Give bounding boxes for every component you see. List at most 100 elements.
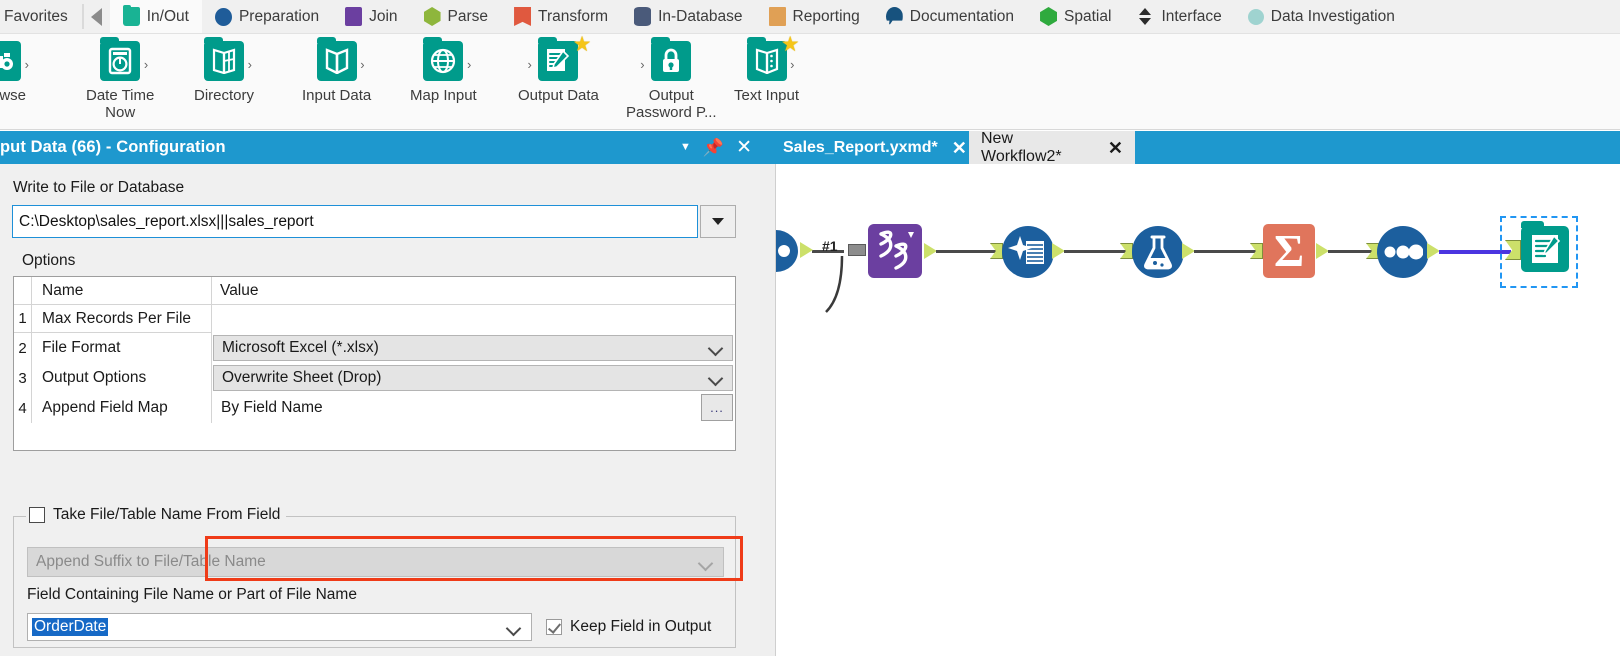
file-path-input[interactable] (12, 205, 698, 238)
favorite-star-icon[interactable]: ★ (573, 34, 592, 55)
ribbon-tab-spatial[interactable]: Spatial (1027, 0, 1125, 33)
dropdown-arrow-icon (712, 218, 724, 225)
ribbon-tab-label: Preparation (238, 7, 320, 25)
ribbon-tab-interface[interactable]: Interface (1124, 0, 1235, 33)
ribbon-tab-in-database[interactable]: In-Database (621, 0, 756, 33)
row-value-cell: Overwrite Sheet (Drop) (212, 363, 735, 393)
close-icon[interactable]: ✕ (952, 139, 967, 157)
connection-curve (825, 256, 844, 313)
globe-icon (423, 41, 463, 81)
table-row[interactable]: 4 Append Field Map By Field Name ... (14, 393, 735, 423)
tool-input-data[interactable]: › Input Data (302, 37, 371, 104)
tool-directory[interactable]: › Directory (194, 37, 254, 104)
union-node[interactable] (1377, 226, 1429, 278)
chevron-right-icon[interactable]: › (527, 58, 531, 71)
database-icon (634, 7, 652, 26)
connection-line (1064, 250, 1126, 253)
output-data-node[interactable] (1521, 221, 1569, 272)
row-value-cell: Microsoft Excel (*.xlsx) (212, 333, 735, 363)
header-name: Name (32, 277, 212, 305)
append-field-map-ellipsis-button[interactable]: ... (701, 394, 733, 421)
write-to-label: Write to File or Database (13, 179, 185, 196)
chevron-right-icon[interactable]: › (144, 58, 148, 71)
document-icon (768, 7, 786, 26)
ribbon-tab-data-investigation[interactable]: Data Investigation (1234, 0, 1408, 33)
ribbon-tab-preparation[interactable]: Preparation (201, 0, 333, 33)
alteryx-designer-window: Favorites In/Out Preparation Join Parse Tran… (0, 0, 1620, 656)
tool-output-password-p[interactable]: › Output Password P... (626, 37, 717, 122)
tool-output-data[interactable]: › ★ Output Data (518, 34, 599, 104)
options-label: Options (22, 252, 76, 269)
take-file-name-group: Take File/Table Name From Field Append S… (13, 506, 737, 648)
close-icon[interactable]: ✕ (736, 138, 752, 157)
chevron-right-icon[interactable]: › (790, 58, 794, 71)
ribbon-tab-join[interactable]: Join (332, 0, 411, 33)
append-suffix-select[interactable]: Append Suffix to File/Table Name (27, 547, 724, 577)
data-cleanse-node[interactable] (1002, 226, 1054, 278)
path-dropdown-button[interactable] (700, 205, 736, 238)
ribbon-tab-documentation[interactable]: Documentation (872, 0, 1028, 33)
tool-date-time-now[interactable]: › Date Time Now (86, 37, 154, 122)
tool-text-input[interactable]: › ★ Text Input (734, 34, 800, 104)
row-index: 2 (14, 333, 32, 363)
tool-map-input[interactable]: › Map Input (410, 37, 477, 104)
blue-flask-icon (1144, 235, 1172, 270)
row-name: File Format (32, 333, 212, 363)
tool-browse[interactable]: › Browse (0, 37, 29, 104)
row-name: Append Field Map (32, 393, 212, 423)
append-field-map-value[interactable]: By Field Name (213, 395, 699, 421)
ribbon-tab-label: Transform (538, 7, 609, 25)
tool-label: Browse (0, 87, 27, 104)
connection-line (1328, 250, 1372, 253)
tab-scroll-left-button[interactable] (83, 0, 110, 33)
close-icon[interactable]: ✕ (1108, 139, 1123, 157)
take-file-name-label: Take File/Table Name From Field (53, 506, 281, 523)
ribbon-tab-transform[interactable]: Transform (501, 0, 622, 33)
connection-connector (848, 244, 866, 256)
workflow-tab-label: Sales_Report.yxmd* (783, 138, 938, 156)
field-name-label: Field Containing File Name or Part of Fi… (27, 586, 357, 603)
workflow-tab-2[interactable]: New Workflow2* ✕ (969, 130, 1135, 165)
table-row[interactable]: 2 File Format Microsoft Excel (*.xlsx) (14, 333, 735, 363)
file-format-select[interactable]: Microsoft Excel (*.xlsx) (213, 335, 733, 361)
take-file-name-checkbox[interactable]: Take File/Table Name From Field (29, 506, 287, 524)
chevron-right-icon[interactable]: › (248, 58, 252, 71)
field-name-select[interactable]: OrderDate (27, 613, 532, 641)
row-value[interactable] (212, 305, 735, 333)
favorite-star-icon[interactable]: ★ (781, 34, 800, 55)
ribbon-tab-parse[interactable]: Parse (410, 0, 502, 33)
formula-node[interactable] (1132, 226, 1184, 278)
tool-icon-wrapper: › (419, 37, 471, 84)
chevron-down-icon[interactable]: ▼ (680, 142, 691, 153)
keep-field-label: Keep Field in Output (570, 618, 712, 635)
ribbon-tab-reporting[interactable]: Reporting (755, 0, 873, 33)
workflow-canvas[interactable]: #1 Σ (776, 164, 1620, 656)
chevron-down-icon (710, 371, 723, 384)
chevron-left-icon (91, 7, 103, 26)
row-index: 4 (14, 393, 32, 423)
connection-label: #1 (822, 238, 838, 254)
chevron-right-icon[interactable]: › (467, 58, 471, 71)
table-header-row: Name Value (14, 277, 735, 305)
multi-field-node[interactable] (868, 224, 922, 278)
workflow-tab-1[interactable]: Sales_Report.yxmd* ✕ (771, 131, 969, 164)
table-row[interactable]: 3 Output Options Overwrite Sheet (Drop) (14, 363, 735, 393)
chevron-right-icon[interactable]: › (25, 58, 29, 71)
field-name-value: OrderDate (32, 618, 109, 636)
config-panel-body: Write to File or Database Options Name V… (0, 164, 760, 656)
chevron-right-icon[interactable]: › (360, 58, 364, 71)
input-data-node[interactable] (776, 228, 806, 279)
chevron-right-icon[interactable]: › (640, 58, 644, 71)
table-row[interactable]: 1 Max Records Per File (14, 305, 735, 333)
output-options-select[interactable]: Overwrite Sheet (Drop) (213, 365, 733, 391)
keep-field-checkbox[interactable]: Keep Field in Output (546, 618, 711, 636)
ribbon-tab-label: Data Investigation (1270, 7, 1395, 25)
ribbon-tab-label: Parse (447, 7, 489, 25)
field-select-row: OrderDate Keep Field in Output (27, 613, 737, 641)
path-row (12, 205, 736, 238)
summarize-node[interactable]: Σ (1263, 224, 1315, 278)
ribbon-tab-in-out[interactable]: In/Out (109, 0, 202, 33)
tab-favorites[interactable]: Favorites (0, 0, 82, 33)
blue-sparkle-building-icon (1008, 236, 1044, 264)
pin-icon[interactable]: 📌 (703, 139, 724, 156)
